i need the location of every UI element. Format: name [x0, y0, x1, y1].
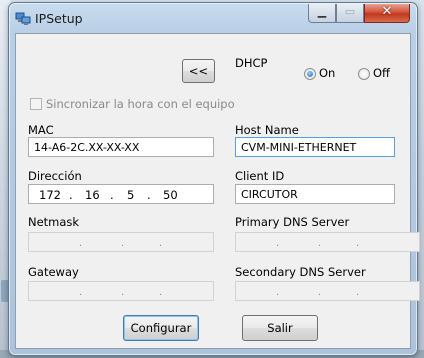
dhcp-off-label: Off [373, 66, 390, 80]
title-bar[interactable]: IPSetup ▁ ▭ ✕ [9, 3, 417, 33]
ip-octet-4: 50 [163, 188, 178, 202]
hostname-label: Host Name [235, 123, 299, 137]
primary-dns-ip-field: ... [235, 232, 420, 252]
clientid-field[interactable]: CIRCUTOR [235, 184, 395, 204]
caption-buttons: ▁ ▭ ✕ [308, 4, 410, 24]
direccion-label: Dirección [28, 169, 82, 183]
network-app-icon [15, 12, 31, 25]
dhcp-label: DHCP [235, 56, 268, 70]
salir-button[interactable]: Salir [242, 315, 318, 341]
ip-separator-1: . [69, 188, 73, 202]
clientid-label: Client ID [235, 169, 285, 183]
netmask-label: Netmask [28, 215, 80, 229]
dialog-client-area: << DHCP On Off Sincronizar la hora con e… [15, 33, 420, 349]
sync-time-checkbox[interactable] [30, 98, 42, 110]
minimize-button[interactable]: ▁ [308, 4, 336, 23]
collapse-button[interactable]: << [182, 59, 215, 83]
dhcp-off-radio[interactable] [358, 68, 370, 80]
minimize-icon: ▁ [317, 5, 327, 18]
maximize-icon: ▭ [344, 5, 356, 18]
direccion-ip-field[interactable]: 172 . 16 . 5 . 50 [28, 184, 214, 204]
gateway-label: Gateway [28, 265, 79, 279]
mac-label: MAC [28, 123, 54, 137]
ip-octet-2: 16 [85, 188, 100, 202]
hostname-field[interactable]: CVM-MINI-ETHERNET [235, 137, 395, 157]
dhcp-on-radio[interactable] [304, 68, 316, 80]
close-icon: ✕ [381, 4, 393, 19]
mac-field[interactable]: 14-A6-2C.XX-XX-XX [28, 137, 214, 157]
ipsetup-window: IPSetup ▁ ▭ ✕ << DHCP On Off Sincronizar… [8, 2, 420, 356]
secondary-dns-label: Secondary DNS Server [235, 265, 366, 279]
secondary-dns-ip-field: ... [235, 281, 420, 301]
configurar-button[interactable]: Configurar [123, 315, 199, 341]
sync-time-label: Sincronizar la hora con el equipo [46, 97, 235, 111]
netmask-ip-field: ... [28, 232, 214, 252]
ip-separator-3: . [147, 188, 151, 202]
ip-octet-1: 172 [39, 188, 61, 202]
close-button[interactable]: ✕ [364, 4, 410, 23]
window-title: IPSetup [35, 11, 83, 26]
maximize-button[interactable]: ▭ [336, 4, 364, 23]
primary-dns-label: Primary DNS Server [235, 215, 350, 229]
dhcp-on-label: On [319, 66, 336, 80]
ip-octet-3: 5 [127, 188, 135, 202]
gateway-ip-field: ... [28, 281, 214, 301]
ip-separator-2: . [110, 188, 114, 202]
